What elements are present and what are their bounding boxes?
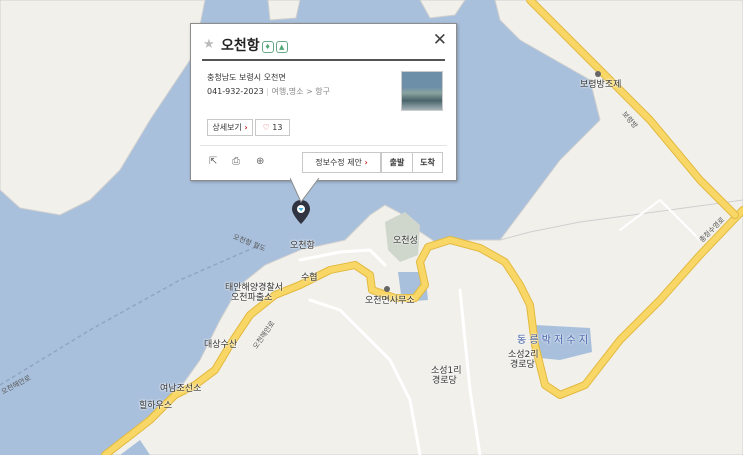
place-phone[interactable]: 041-932-2023 [207, 87, 264, 96]
place-address: 충청남도 보령시 오천면 [207, 73, 286, 82]
map-label-coastguard-sub[interactable]: 오천파출소 [231, 293, 272, 303]
office-marker-icon [384, 286, 390, 292]
star-icon[interactable]: ★ [203, 37, 215, 52]
popup-tail [290, 178, 320, 203]
map-label-ocheonhang[interactable]: 오천항 [290, 241, 315, 251]
map-label-soseong2[interactable]: 소성2리 [508, 350, 539, 360]
map-label-reservoir[interactable]: 동 릉 박 저 수 지 [517, 336, 588, 346]
place-info-popup: ★ 오천항 ♦ ▲ ✕ 충청남도 보령시 오천면 041-932-2023 | 여행… [190, 23, 457, 181]
badge-icon: ♦ [261, 41, 274, 53]
detail-button[interactable]: 상세보기 › [207, 119, 253, 136]
print-icon[interactable]: ⎙ [232, 156, 240, 167]
suggest-edit-button[interactable]: 정보수정 제안 › [302, 152, 381, 173]
zoom-icon[interactable]: ⊕ [256, 156, 264, 167]
depart-button[interactable]: 출발 [381, 152, 413, 173]
map-label-hillhouse[interactable]: 힐하우스 [139, 401, 172, 411]
map-label-boryeong-dam[interactable]: 보령방조제 [580, 80, 621, 90]
map-label-soseong1-hall[interactable]: 경로당 [432, 376, 457, 386]
place-phone-category: 041-932-2023 | 여행,명소 > 항구 [207, 87, 330, 96]
map-label-yeonam[interactable]: 여남조선소 [160, 384, 201, 394]
map-label-daesang[interactable]: 대상수산 [204, 340, 237, 350]
badge-icon-2: ▲ [275, 41, 288, 53]
map-label-soseong2-hall[interactable]: 경로당 [510, 360, 535, 370]
map-label-suhyeop[interactable]: 수협 [301, 273, 318, 283]
place-title[interactable]: 오천항 ♦ ▲ [221, 35, 288, 55]
close-icon[interactable]: ✕ [433, 30, 447, 50]
map-label-soseong1[interactable]: 소성1리 [431, 366, 462, 376]
share-icon[interactable]: ⇱ [209, 156, 217, 167]
map-label-office[interactable]: 오천면사무소 [365, 296, 415, 306]
arrive-button[interactable]: 도착 [412, 152, 443, 173]
map-label-ocheonseong[interactable]: 오천성 [393, 236, 418, 246]
place-category: 여행,명소 > 항구 [271, 87, 330, 96]
island-top [267, 0, 301, 21]
map-label-coastguard[interactable]: 태안해양경찰서 [225, 283, 283, 293]
like-button[interactable]: ♡ 13 [255, 119, 290, 136]
heart-icon: ♡ [262, 123, 270, 132]
title-underline [202, 59, 445, 61]
boryeong-dam-marker-icon [595, 71, 601, 77]
place-thumbnail[interactable] [401, 71, 443, 111]
divider [200, 145, 447, 146]
